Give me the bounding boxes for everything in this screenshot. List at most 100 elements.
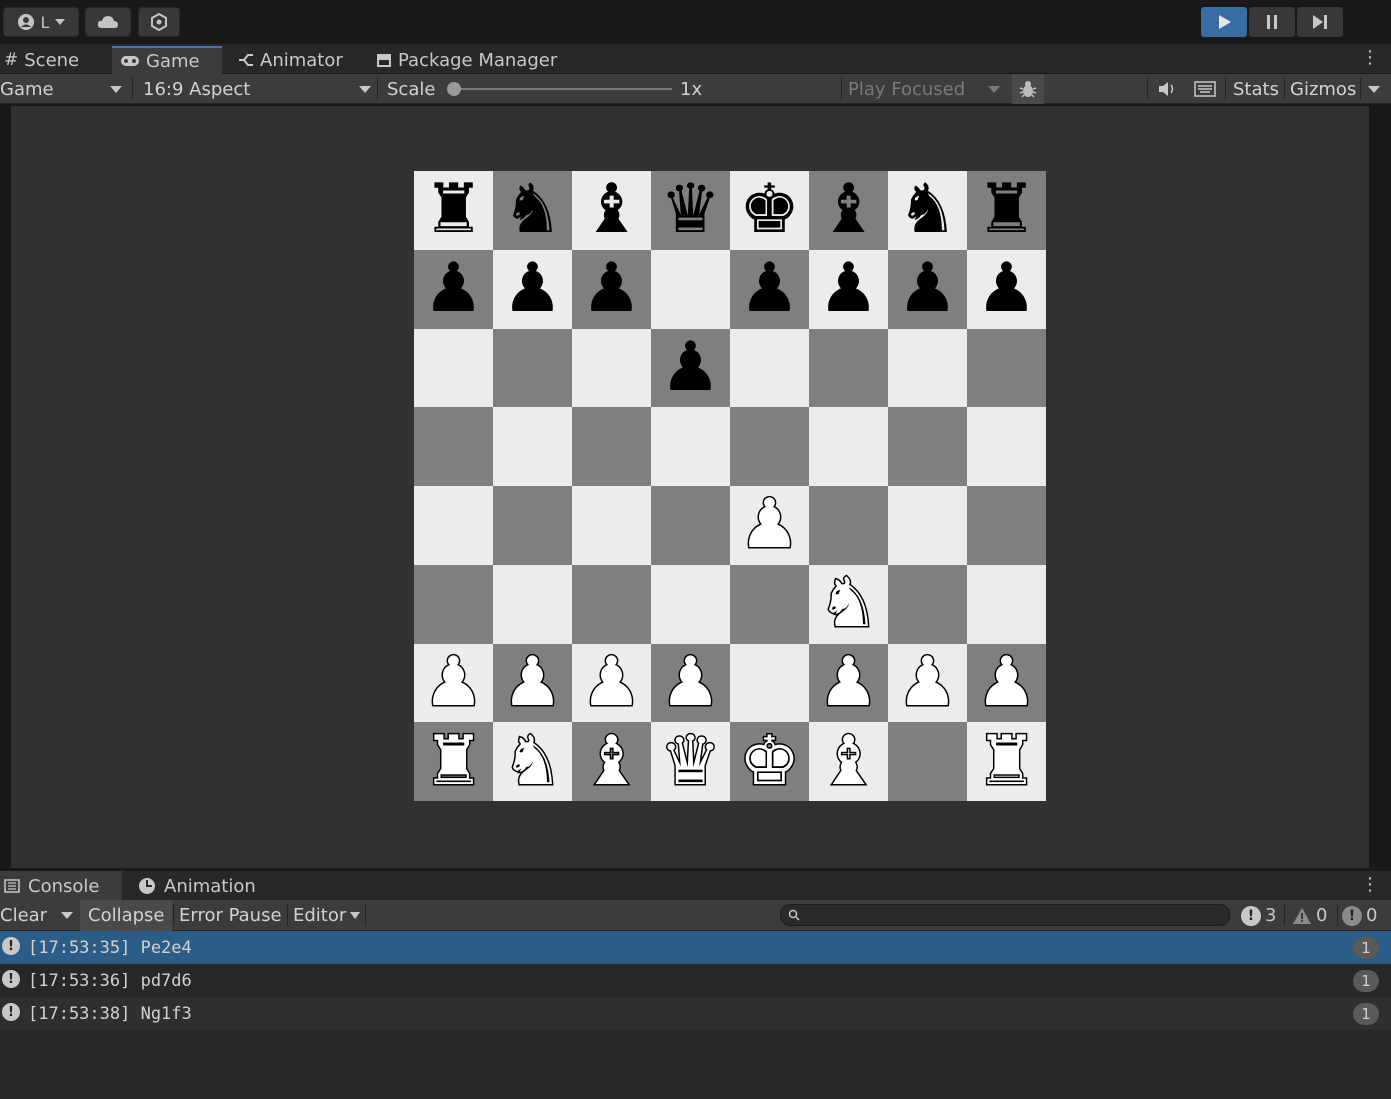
gizmos-toggle[interactable]: Gizmos xyxy=(1290,74,1356,104)
white-pawn-icon[interactable]: ♟ xyxy=(896,647,960,718)
white-pawn-icon[interactable]: ♟ xyxy=(738,489,802,560)
square-f2[interactable]: ♟ xyxy=(809,643,888,723)
square-g8[interactable]: ♞ xyxy=(888,171,967,250)
tab-scene[interactable]: # Scene xyxy=(4,46,79,74)
square-c5[interactable] xyxy=(572,407,651,486)
black-bishop-icon[interactable]: ♝ xyxy=(581,176,642,244)
white-pawn-icon[interactable]: ♟ xyxy=(580,647,644,718)
square-a4[interactable] xyxy=(414,486,493,565)
mute-audio-toggle[interactable] xyxy=(1152,74,1182,104)
square-g3[interactable] xyxy=(888,564,967,644)
square-d3[interactable] xyxy=(651,564,730,644)
square-g1[interactable] xyxy=(888,722,967,801)
clear-options-dropdown[interactable] xyxy=(56,900,78,931)
square-b4[interactable] xyxy=(493,486,572,565)
square-e2[interactable] xyxy=(730,643,809,723)
square-h3[interactable] xyxy=(967,564,1046,644)
square-d8[interactable]: ♛ xyxy=(651,171,730,250)
warning-count-toggle[interactable]: 0 xyxy=(1292,900,1327,931)
black-rook-icon[interactable]: ♜ xyxy=(976,176,1037,244)
console-search-input[interactable] xyxy=(780,904,1230,926)
console-menu-kebab-icon[interactable]: ⋮ xyxy=(1361,874,1379,895)
error-count-toggle[interactable]: ! 0 xyxy=(1342,900,1377,931)
square-d5[interactable] xyxy=(651,407,730,486)
black-pawn-icon[interactable]: ♟ xyxy=(502,255,563,323)
square-f5[interactable] xyxy=(809,407,888,486)
square-f1[interactable]: ♝ xyxy=(809,722,888,801)
white-rook-icon[interactable]: ♜ xyxy=(975,726,1039,797)
black-pawn-icon[interactable]: ♟ xyxy=(897,255,958,323)
log-entry[interactable]: ! [17:53:38] Ng1f3 1 xyxy=(0,997,1391,1030)
step-button[interactable] xyxy=(1297,7,1343,37)
white-rook-icon[interactable]: ♜ xyxy=(422,726,486,797)
black-queen-icon[interactable]: ♛ xyxy=(660,176,721,244)
square-d2[interactable]: ♟ xyxy=(651,643,730,723)
square-b3[interactable] xyxy=(493,564,572,644)
pause-button[interactable] xyxy=(1249,7,1295,37)
white-pawn-icon[interactable]: ♟ xyxy=(422,647,486,718)
square-d1[interactable]: ♛ xyxy=(651,722,730,801)
tab-menu-kebab-icon[interactable]: ⋮ xyxy=(1361,47,1379,68)
tab-console[interactable]: Console xyxy=(0,871,122,901)
square-a1[interactable]: ♜ xyxy=(414,722,493,801)
white-pawn-icon[interactable]: ♟ xyxy=(659,647,723,718)
gizmos-dropdown-chevron-icon[interactable] xyxy=(1368,86,1380,93)
square-d6[interactable]: ♟ xyxy=(651,328,730,408)
square-f8[interactable]: ♝ xyxy=(809,171,888,250)
square-h1[interactable]: ♜ xyxy=(967,722,1046,801)
tab-animator[interactable]: Animator xyxy=(238,46,343,74)
square-f7[interactable]: ♟ xyxy=(809,249,888,329)
square-g6[interactable] xyxy=(888,328,967,408)
black-king-icon[interactable]: ♚ xyxy=(739,176,800,244)
square-f3[interactable]: ♞ xyxy=(809,564,888,644)
black-pawn-icon[interactable]: ♟ xyxy=(423,255,484,323)
play-mode-dropdown[interactable]: Play Focused xyxy=(848,74,1004,104)
square-d4[interactable] xyxy=(651,486,730,565)
scale-slider-track[interactable] xyxy=(452,88,672,90)
collapse-toggle[interactable]: Collapse xyxy=(80,900,172,931)
square-e7[interactable]: ♟ xyxy=(730,249,809,329)
square-a3[interactable] xyxy=(414,564,493,644)
square-h2[interactable]: ♟ xyxy=(967,643,1046,723)
black-knight-icon[interactable]: ♞ xyxy=(502,176,563,244)
black-pawn-icon[interactable]: ♟ xyxy=(739,255,800,323)
square-b8[interactable]: ♞ xyxy=(493,171,572,250)
square-c6[interactable] xyxy=(572,328,651,408)
white-queen-icon[interactable]: ♛ xyxy=(659,726,723,797)
collab-button[interactable] xyxy=(138,7,180,37)
square-g7[interactable]: ♟ xyxy=(888,249,967,329)
square-h8[interactable]: ♜ xyxy=(967,171,1046,250)
white-king-icon[interactable]: ♚ xyxy=(738,726,802,797)
square-e6[interactable] xyxy=(730,328,809,408)
black-pawn-icon[interactable]: ♟ xyxy=(818,255,879,323)
cloud-button[interactable] xyxy=(85,7,131,37)
square-e4[interactable]: ♟ xyxy=(730,486,809,565)
square-b7[interactable]: ♟ xyxy=(493,249,572,329)
square-d7[interactable] xyxy=(651,249,730,329)
white-pawn-icon[interactable]: ♟ xyxy=(501,647,565,718)
square-f6[interactable] xyxy=(809,328,888,408)
black-bishop-icon[interactable]: ♝ xyxy=(818,176,879,244)
square-h4[interactable] xyxy=(967,486,1046,565)
square-e8[interactable]: ♚ xyxy=(730,171,809,250)
square-a5[interactable] xyxy=(414,407,493,486)
play-button[interactable] xyxy=(1201,7,1247,37)
shortcuts-toggle[interactable] xyxy=(1190,74,1220,104)
black-pawn-icon[interactable]: ♟ xyxy=(976,255,1037,323)
log-entry[interactable]: ! [17:53:36] pd7d6 1 xyxy=(0,964,1391,997)
square-g5[interactable] xyxy=(888,407,967,486)
square-g2[interactable]: ♟ xyxy=(888,643,967,723)
square-h5[interactable] xyxy=(967,407,1046,486)
square-a8[interactable]: ♜ xyxy=(414,171,493,250)
scale-slider-thumb[interactable] xyxy=(447,82,461,96)
stats-toggle[interactable]: Stats xyxy=(1233,74,1279,104)
square-h7[interactable]: ♟ xyxy=(967,249,1046,329)
square-b5[interactable] xyxy=(493,407,572,486)
white-knight-icon[interactable]: ♞ xyxy=(501,726,565,797)
square-e3[interactable] xyxy=(730,564,809,644)
chess-board[interactable]: ♜ ♞ ♝ ♛ ♚ ♝ ♞ ♜ ♟ ♟ ♟ ♟ ♟ ♟ ♟ ♟ ♟ ♞ ♟ ♟ ♟ ♟ ♟ ♟ ♟ ♜ ♞ ♝ ♛ ♚ ♝ ♜ xyxy=(414,171,1046,801)
log-entry[interactable]: ! [17:53:35] Pe2e4 1 xyxy=(0,931,1391,964)
debug-toggle[interactable] xyxy=(1012,74,1044,104)
white-bishop-icon[interactable]: ♝ xyxy=(580,726,644,797)
square-b2[interactable]: ♟ xyxy=(493,643,572,723)
